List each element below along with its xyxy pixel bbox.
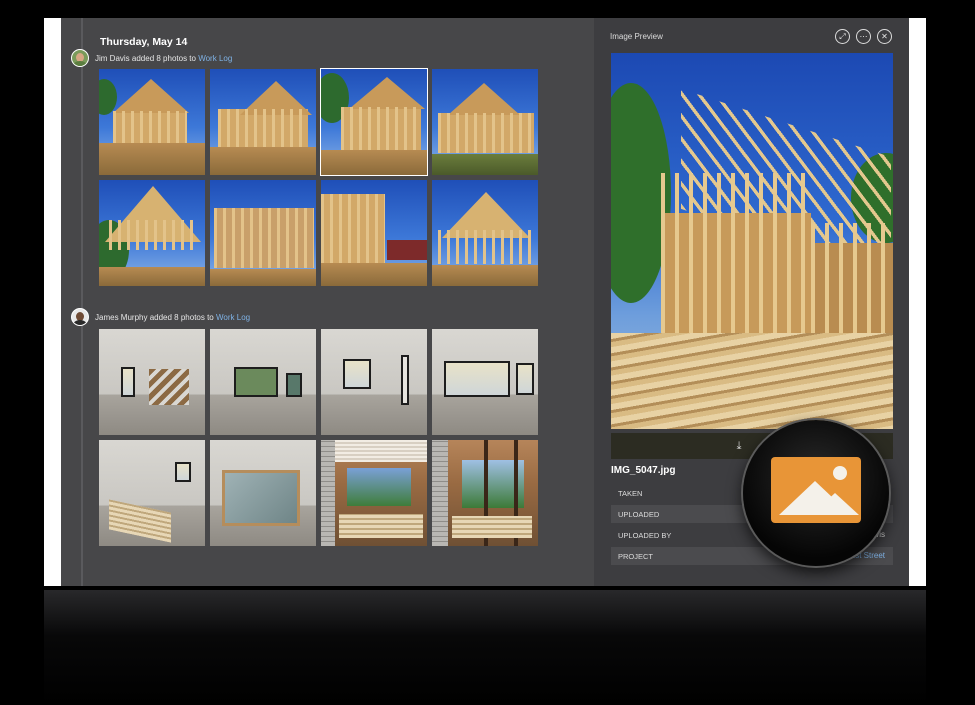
screen-reflection (44, 590, 926, 705)
photo-thumbnail[interactable] (99, 329, 205, 435)
image-icon (771, 457, 861, 523)
expand-icon[interactable]: ⤢ (835, 29, 850, 44)
photo-thumbnail[interactable] (432, 329, 538, 435)
date-header: Thursday, May 14 (100, 36, 188, 48)
detail-label: UPLOADED (618, 510, 660, 519)
work-log-link[interactable]: Work Log (216, 313, 250, 322)
photo-thumbnail[interactable] (99, 180, 205, 286)
image-app-badge (743, 420, 889, 566)
activity-james-murphy: James Murphy added 8 photos to Work Log (71, 308, 250, 326)
more-icon[interactable]: ⋯ (856, 29, 871, 44)
stage: Thursday, May 14 Jim Davis added 8 photo… (0, 0, 975, 705)
timeline-line (81, 18, 83, 586)
activity-action: added 8 photos to (149, 312, 214, 322)
photo-grid-1 (99, 68, 538, 286)
photo-thumbnail-selected[interactable] (320, 68, 428, 176)
photo-grid-2 (99, 329, 538, 546)
photo-feed: Thursday, May 14 Jim Davis added 8 photo… (61, 18, 594, 586)
photo-thumbnail[interactable] (432, 440, 538, 546)
detail-label: PROJECT (618, 552, 654, 561)
photo-thumbnail[interactable] (432, 69, 538, 175)
photo-thumbnail[interactable] (321, 440, 427, 546)
activity-action: added 8 photos to (131, 53, 196, 63)
preview-image[interactable] (611, 53, 893, 429)
panel-title: Image Preview (610, 32, 663, 41)
file-name: IMG_5047.jpg (611, 465, 676, 476)
photo-thumbnail[interactable] (99, 440, 205, 546)
activity-user[interactable]: Jim Davis (95, 54, 130, 63)
detail-label: TAKEN (618, 489, 643, 498)
photo-thumbnail[interactable] (432, 180, 538, 286)
activity-jim-davis: Jim Davis added 8 photos to Work Log (71, 49, 232, 67)
download-icon[interactable]: ⤓ (731, 440, 747, 453)
avatar[interactable] (71, 49, 89, 67)
photo-thumbnail[interactable] (210, 440, 316, 546)
photo-thumbnail[interactable] (210, 180, 316, 286)
photo-thumbnail[interactable] (99, 69, 205, 175)
photo-thumbnail[interactable] (210, 329, 316, 435)
activity-user[interactable]: James Murphy (95, 313, 147, 322)
close-icon[interactable]: ✕ (877, 29, 892, 44)
photo-thumbnail[interactable] (321, 180, 427, 286)
work-log-link[interactable]: Work Log (198, 54, 232, 63)
photo-thumbnail[interactable] (321, 329, 427, 435)
photo-thumbnail[interactable] (210, 69, 316, 175)
avatar[interactable] (71, 308, 89, 326)
detail-label: UPLOADED BY (618, 531, 672, 540)
